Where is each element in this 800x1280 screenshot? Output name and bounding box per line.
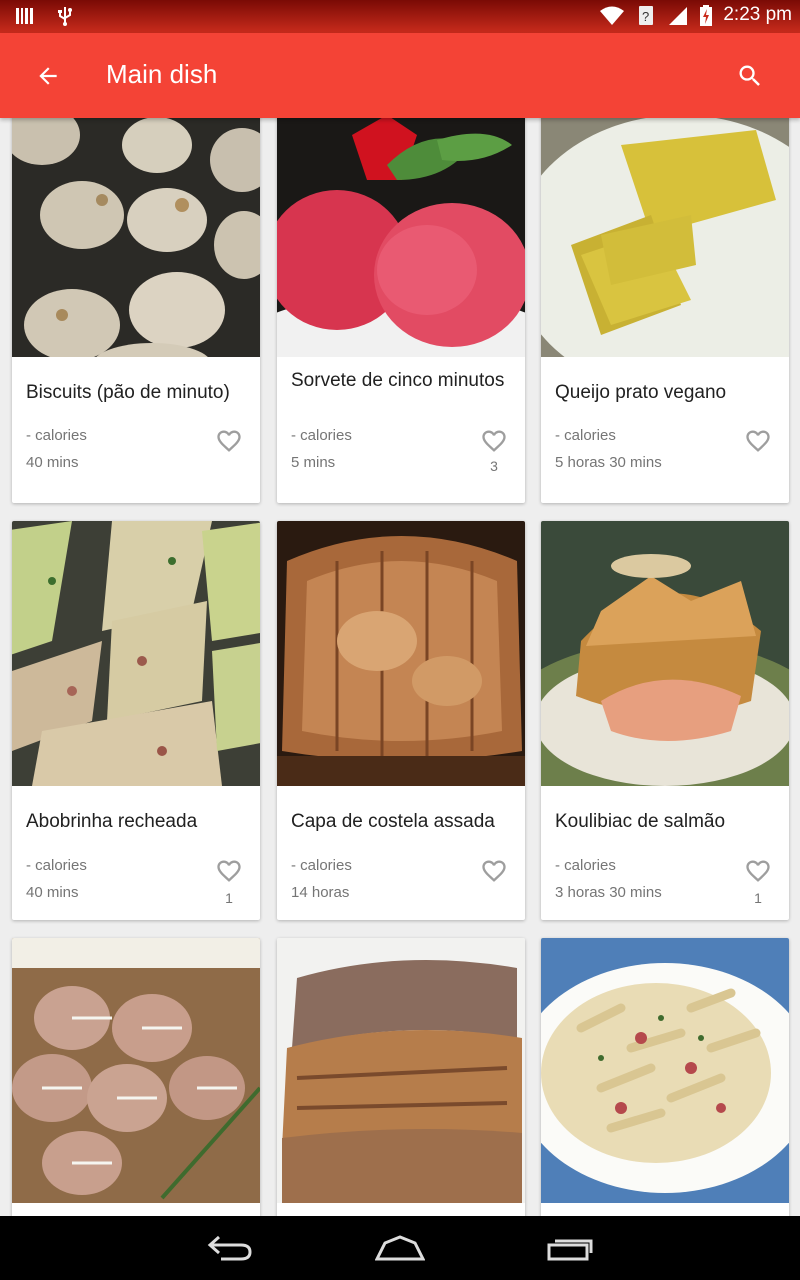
- recipe-time: 40 mins: [26, 884, 79, 901]
- arrow-back-icon: [39, 67, 57, 85]
- recipe-calories: - calories: [26, 857, 87, 874]
- likes-count: 1: [754, 890, 762, 906]
- system-nav-bar: [0, 1216, 800, 1280]
- recipe-name: Sorvete de cinco minutos: [291, 370, 505, 391]
- recipe-card[interactable]: Sorvete de cinco minutos - calories 5 mi…: [277, 118, 525, 503]
- home-nav-icon: [375, 1235, 425, 1261]
- heart-outline-icon[interactable]: [479, 427, 509, 455]
- recipe-time: 5 mins: [291, 454, 336, 471]
- heart-outline-icon[interactable]: [214, 857, 244, 885]
- svg-text:?: ?: [642, 9, 649, 24]
- heart-outline-icon[interactable]: [743, 857, 773, 885]
- battery-charging-icon: [700, 5, 713, 26]
- recipe-photo: [541, 938, 789, 1203]
- status-time: 2:23 pm: [723, 4, 792, 25]
- recipe-card[interactable]: [12, 938, 260, 1216]
- heart-outline-icon[interactable]: [214, 427, 244, 455]
- status-bar: ? 2:23 pm: [0, 0, 800, 33]
- recipe-time: 14 horas: [291, 884, 350, 901]
- recipe-calories: - calories: [26, 427, 87, 444]
- back-button[interactable]: [30, 58, 66, 94]
- status-bar-left: [14, 5, 76, 27]
- recipe-photo: [277, 521, 525, 786]
- recipe-calories: - calories: [291, 427, 352, 444]
- nav-recents-button[interactable]: [540, 1228, 600, 1268]
- app-bar: Main dish: [0, 33, 800, 118]
- recipe-time: 3 horas 30 mins: [555, 884, 662, 901]
- search-button[interactable]: [732, 58, 768, 94]
- recipe-photo: [12, 521, 260, 786]
- recipe-photo: [277, 938, 525, 1203]
- recipe-photo: [277, 118, 525, 357]
- recipe-photo: [12, 118, 260, 357]
- recipe-calories: - calories: [291, 857, 352, 874]
- status-bar-right: ? 2:23 pm: [599, 4, 792, 26]
- recipe-card[interactable]: Abobrinha recheada - calories 40 mins 1: [12, 521, 260, 920]
- heart-outline-icon[interactable]: [479, 857, 509, 885]
- recipe-time: 40 mins: [26, 454, 79, 471]
- recipe-card[interactable]: Biscuits (pão de minuto) - calories 40 m…: [12, 118, 260, 503]
- recipe-name: Capa de costela assada: [291, 811, 495, 832]
- recipe-grid: Biscuits (pão de minuto) - calories 40 m…: [0, 118, 800, 1216]
- recipe-photo: [541, 118, 789, 357]
- nav-home-button[interactable]: [370, 1228, 430, 1268]
- recipe-photo: [12, 938, 260, 1203]
- nav-back-button[interactable]: [200, 1228, 260, 1268]
- back-nav-icon: [207, 1235, 252, 1261]
- likes-count: 3: [490, 458, 498, 474]
- page-title: Main dish: [106, 59, 218, 89]
- likes-count: 1: [225, 890, 233, 906]
- recipe-name: Abobrinha recheada: [26, 811, 198, 832]
- usb-icon: [58, 7, 72, 26]
- recipe-time: 5 horas 30 mins: [555, 454, 662, 471]
- wifi-icon: [600, 6, 625, 25]
- recipe-calories: - calories: [555, 857, 616, 874]
- recipe-photo: [541, 521, 789, 786]
- recipe-card[interactable]: [277, 938, 525, 1216]
- signal-icon: [669, 7, 688, 25]
- heart-outline-icon[interactable]: [743, 427, 773, 455]
- recipe-name: Queijo prato vegano: [555, 382, 727, 403]
- recipe-card[interactable]: [541, 938, 789, 1216]
- recipe-name: Biscuits (pão de minuto): [26, 382, 230, 403]
- recipe-card[interactable]: Queijo prato vegano - calories 5 horas 3…: [541, 118, 789, 503]
- search-icon: [739, 65, 760, 86]
- recents-nav-icon: [547, 1239, 593, 1261]
- recipe-card[interactable]: Koulibiac de salmão - calories 3 horas 3…: [541, 521, 789, 920]
- recipe-name: Koulibiac de salmão: [555, 811, 726, 832]
- unknown-sim-icon: ?: [639, 6, 654, 25]
- recipe-card[interactable]: Capa de costela assada - calories 14 hor…: [277, 521, 525, 920]
- recipe-calories: - calories: [555, 427, 616, 444]
- barcode-icon: [16, 8, 33, 24]
